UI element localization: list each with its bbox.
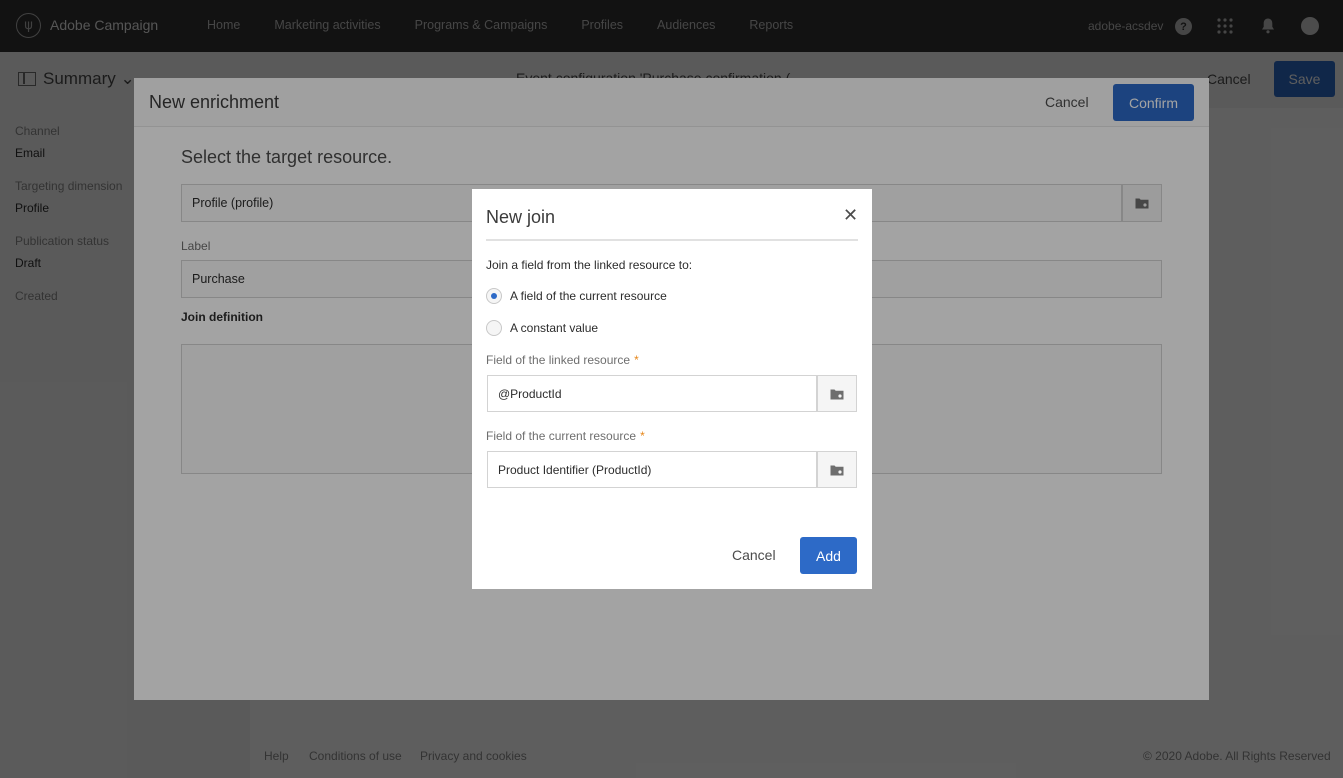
option-label: A field of the current resource [510,289,667,303]
cancel-button[interactable]: Cancel [732,547,776,563]
radio-selected-icon[interactable] [486,288,502,304]
join-intro-text: Join a field from the linked resource to… [486,258,693,272]
current-field-label-text: Field of the current resource [486,429,637,443]
close-icon[interactable]: ✕ [843,207,858,225]
dialog-title: New join [486,207,556,227]
radio-unselected-icon[interactable] [486,320,502,336]
resource-picker-icon[interactable] [817,375,857,412]
linked-field-input[interactable]: @ProductId [487,375,817,412]
option-label: A constant value [510,321,599,335]
linked-field-label-text: Field of the linked resource [486,353,631,367]
required-marker: * [634,353,639,367]
linked-field-label: Field of the linked resource * [486,353,639,367]
add-button[interactable]: Add [800,537,857,574]
resource-picker-icon[interactable] [817,451,857,488]
title-divider [486,239,858,241]
required-marker: * [640,429,645,443]
new-join-dialog: New join ✕ Join a field from the linked … [472,189,872,589]
option-constant-value[interactable]: A constant value [486,320,598,336]
current-field-label: Field of the current resource * [486,429,645,443]
option-current-resource[interactable]: A field of the current resource [486,288,667,304]
current-field-input[interactable]: Product Identifier (ProductId) [487,451,817,488]
